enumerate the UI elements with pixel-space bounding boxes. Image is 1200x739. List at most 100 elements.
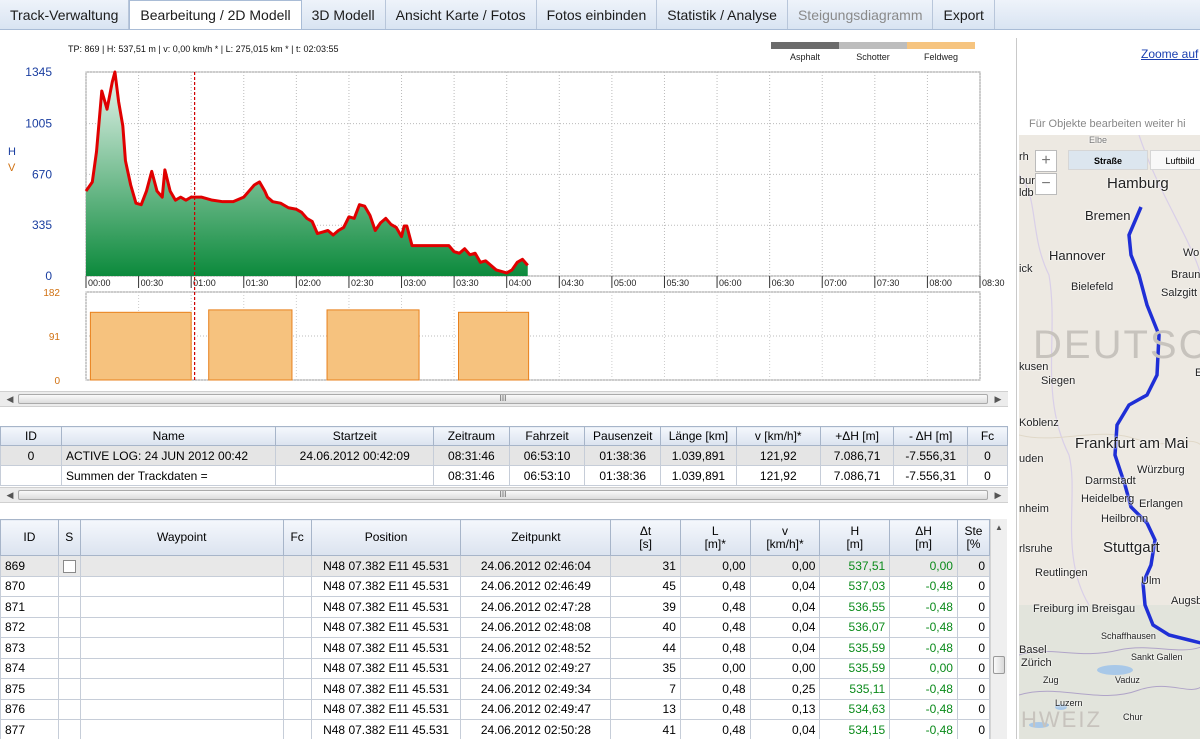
waypoint-cell: 537,51 bbox=[819, 555, 891, 577]
waypoint-col-header[interactable]: ΔH [m] bbox=[889, 519, 958, 556]
waypoint-row[interactable]: 871 N48 07.382 E11 45.531 24.06.2012 02:47… bbox=[0, 596, 991, 618]
track-cell: -7.556,31 bbox=[893, 465, 968, 486]
track-table: ID Name Startzeit Zeitraum Fahrzeit Pausenzei… bbox=[0, 426, 1009, 486]
waypoint-col-header[interactable]: Ste [% bbox=[956, 519, 991, 556]
tab-bearbeitung-2d-modell[interactable]: Bearbeitung / 2D Modell bbox=[129, 0, 302, 29]
map-zoom-out-icon[interactable]: − bbox=[1035, 173, 1057, 195]
map-city-label: Basel bbox=[1019, 644, 1047, 656]
x-tick-label: 05:30 bbox=[666, 278, 689, 288]
waypoint-col-header[interactable]: L [m]* bbox=[679, 519, 751, 556]
scroll-left-icon[interactable]: ◀ bbox=[2, 392, 18, 406]
track-col-header[interactable]: Name bbox=[60, 426, 277, 446]
x-tick-label: 01:30 bbox=[246, 278, 269, 288]
waypoint-cell: 41 bbox=[610, 719, 681, 739]
waypoint-col-header[interactable]: S bbox=[57, 519, 81, 556]
track-cell: 1.039,891 bbox=[660, 465, 737, 486]
waypoint-row[interactable]: 875 N48 07.382 E11 45.531 24.06.2012 02:49… bbox=[0, 678, 991, 700]
zoom-to-track-link[interactable]: Zoome auf bbox=[1141, 47, 1198, 61]
tab-statistik-analyse[interactable]: Statistik / Analyse bbox=[657, 0, 788, 29]
scroll-right-icon[interactable]: ▶ bbox=[990, 392, 1006, 406]
track-col-header[interactable]: Pausenzeit bbox=[584, 426, 662, 446]
header-unit: [km/h]* bbox=[766, 536, 804, 551]
waypoint-table-scrollbar[interactable]: ▲ bbox=[990, 519, 1007, 739]
track-col-header[interactable]: Länge [km] bbox=[660, 426, 737, 446]
track-col-header[interactable]: Startzeit bbox=[275, 426, 435, 446]
waypoint-col-header[interactable]: Waypoint bbox=[79, 519, 284, 556]
waypoint-cell: 536,07 bbox=[819, 616, 891, 638]
select-checkbox[interactable] bbox=[62, 559, 76, 573]
header-line: ID bbox=[23, 530, 36, 544]
track-col-header[interactable]: - ΔH [m] bbox=[893, 426, 968, 446]
elevation-profile-panel[interactable]: 0 335 670 1005 1345 0 91 182 00:00 00:30 01:00 01:3… bbox=[0, 38, 1008, 392]
track-col-header[interactable]: v [km/h]* bbox=[735, 426, 821, 446]
track-col-header[interactable]: Fc bbox=[966, 426, 1009, 446]
track-table-scrollbar[interactable]: ◀ III ▶ bbox=[0, 487, 1008, 503]
waypoint-row[interactable]: 876 N48 07.382 E11 45.531 24.06.2012 02:49… bbox=[0, 698, 991, 720]
map-type-aerial-button[interactable]: Luftbild bbox=[1150, 150, 1200, 170]
waypoint-col-header[interactable]: v [km/h]* bbox=[749, 519, 821, 556]
waypoint-row[interactable]: 869 N48 07.382 E11 45.531 24.06.2012 02:46… bbox=[0, 555, 991, 577]
waypoint-cell: 24.06.2012 02:48:52 bbox=[460, 637, 612, 659]
waypoint-cell: 40 bbox=[610, 616, 681, 638]
speed-y-tick-label: 182 bbox=[43, 288, 60, 299]
waypoint-cell: 44 bbox=[610, 637, 681, 659]
waypoint-cell: -0,48 bbox=[889, 637, 958, 659]
tab-fotos-einbinden[interactable]: Fotos einbinden bbox=[537, 0, 658, 29]
map-city-label: Zürich bbox=[1021, 657, 1052, 669]
waypoint-cell: N48 07.382 E11 45.531 bbox=[310, 575, 462, 597]
track-col-header[interactable]: +ΔH [m] bbox=[819, 426, 895, 446]
x-tick-label: 08:00 bbox=[929, 278, 952, 288]
scroll-right-icon[interactable]: ▶ bbox=[990, 488, 1006, 502]
track-col-header[interactable]: ID bbox=[0, 426, 62, 446]
map-view[interactable]: DEUTSCH HWEIZ Straße Luftbild + − Elbe Ha… bbox=[1019, 135, 1200, 739]
scroll-left-icon[interactable]: ◀ bbox=[2, 488, 18, 502]
waypoint-row[interactable]: 872 N48 07.382 E11 45.531 24.06.2012 02:48… bbox=[0, 616, 991, 638]
waypoint-row[interactable]: 870 N48 07.382 E11 45.531 24.06.2012 02:46… bbox=[0, 575, 991, 597]
waypoint-col-header[interactable]: H [m] bbox=[819, 519, 891, 556]
header-line: ΔH bbox=[915, 523, 932, 538]
waypoint-col-header[interactable]: ID bbox=[0, 519, 59, 556]
waypoint-cell bbox=[282, 575, 312, 597]
header-unit: [s] bbox=[639, 536, 652, 551]
waypoint-cell: 35 bbox=[610, 657, 681, 679]
waypoint-cell: 0,13 bbox=[749, 698, 821, 720]
tab-track-verwaltung[interactable]: Track-Verwaltung bbox=[0, 0, 130, 29]
waypoint-scroll-thumb[interactable] bbox=[993, 656, 1005, 674]
scroll-up-icon[interactable]: ▲ bbox=[991, 521, 1007, 535]
track-cell: 7.086,71 bbox=[819, 465, 895, 486]
waypoint-cell: 24.06.2012 02:49:27 bbox=[460, 657, 612, 679]
track-scroll-thumb[interactable]: III bbox=[18, 490, 988, 500]
tab-3d-modell[interactable]: 3D Modell bbox=[302, 0, 386, 29]
waypoint-cell: 0,48 bbox=[679, 616, 751, 638]
header-unit: [m] bbox=[915, 536, 932, 551]
waypoint-row[interactable]: 874 N48 07.382 E11 45.531 24.06.2012 02:49… bbox=[0, 657, 991, 679]
tab-ansicht-karte-fotos[interactable]: Ansicht Karte / Fotos bbox=[386, 0, 537, 29]
track-row[interactable]: 0 ACTIVE LOG: 24 JUN 2012 00:42 24.06.2012… bbox=[0, 445, 1009, 466]
track-col-header[interactable]: Zeitraum bbox=[433, 426, 510, 446]
waypoint-row[interactable]: 877 N48 07.382 E11 45.531 24.06.2012 02:50… bbox=[0, 719, 991, 739]
track-row[interactable]: Summen der Trackdaten = 08:31:46 06:53:10 0… bbox=[0, 465, 1009, 486]
profile-chart[interactable]: 0 335 670 1005 1345 0 91 182 00:00 00:30 01:00 01:3… bbox=[0, 38, 1008, 392]
waypoint-cell: N48 07.382 E11 45.531 bbox=[310, 637, 462, 659]
waypoint-cell bbox=[79, 698, 284, 720]
waypoint-col-header[interactable]: Zeitpunkt bbox=[460, 519, 612, 556]
map-zoom-in-icon[interactable]: + bbox=[1035, 150, 1057, 172]
speed-y-tick-label: 91 bbox=[49, 332, 61, 343]
waypoint-col-header[interactable]: Fc bbox=[282, 519, 312, 556]
waypoint-cell: N48 07.382 E11 45.531 bbox=[310, 596, 462, 618]
waypoint-cell bbox=[57, 555, 81, 577]
waypoint-cell: 869 bbox=[0, 555, 59, 577]
waypoint-col-header[interactable]: Δt [s] bbox=[610, 519, 681, 556]
chart-scroll-thumb[interactable]: III bbox=[18, 394, 988, 404]
map-city-label: Heidelberg bbox=[1081, 493, 1135, 505]
map-type-road-button[interactable]: Straße bbox=[1068, 150, 1148, 170]
tab-export[interactable]: Export bbox=[933, 0, 995, 29]
map-city-label: Siegen bbox=[1041, 375, 1076, 387]
waypoint-row[interactable]: 873 N48 07.382 E11 45.531 24.06.2012 02:48… bbox=[0, 637, 991, 659]
track-col-header[interactable]: Fahrzeit bbox=[508, 426, 586, 446]
waypoint-col-header[interactable]: Position bbox=[310, 519, 462, 556]
waypoint-cell: 24.06.2012 02:50:28 bbox=[460, 719, 612, 739]
map-city-label: Frankfurt am Mai bbox=[1075, 435, 1189, 452]
waypoint-cell bbox=[79, 678, 284, 700]
chart-scrollbar[interactable]: ◀ III ▶ bbox=[0, 391, 1008, 407]
